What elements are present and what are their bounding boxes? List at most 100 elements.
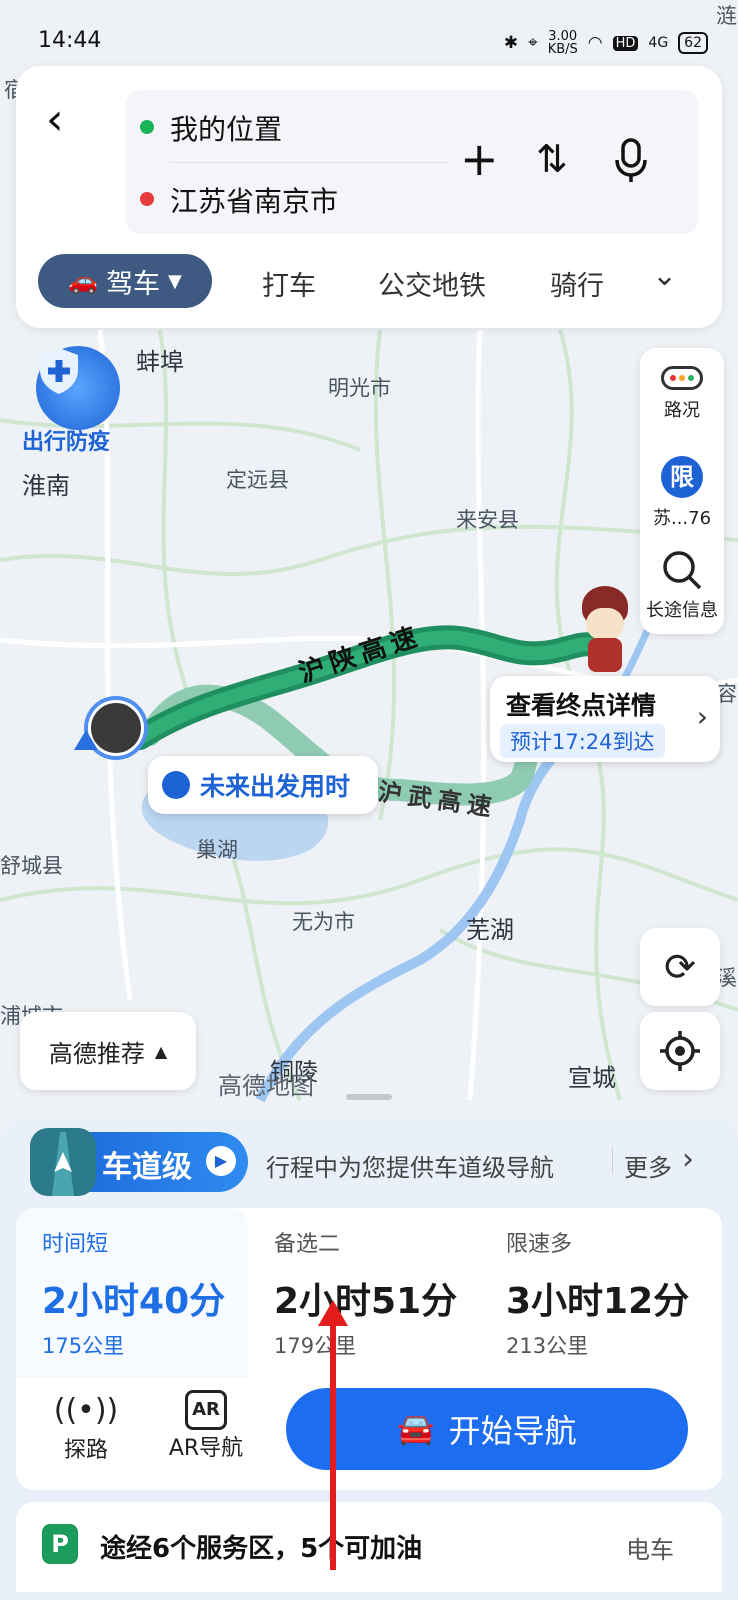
- service-area-card[interactable]: P 途经6个服务区，5个可加油 电车: [16, 1502, 722, 1592]
- clock-icon: [155, 759, 190, 799]
- chevron-right-icon: ›: [696, 700, 708, 733]
- lane-road-icon: [30, 1128, 96, 1196]
- explore-label: 探路: [63, 1438, 108, 1463]
- locate-button[interactable]: [640, 1012, 720, 1090]
- car-icon: 🚗: [68, 267, 99, 295]
- route-distance: 213公里: [506, 1334, 589, 1358]
- ar-nav-button[interactable]: AR AR导航: [156, 1390, 256, 1462]
- map-label: 宣城: [568, 1064, 616, 1092]
- ar-nav-label: AR导航: [168, 1436, 244, 1461]
- drag-handle[interactable]: [346, 1094, 392, 1100]
- restriction-label: 苏...76: [652, 508, 712, 529]
- status-time: 14:44: [38, 28, 102, 53]
- divider: [170, 162, 450, 163]
- start-navigation-button[interactable]: 🚘 开始导航: [286, 1388, 688, 1470]
- ar-icon: AR: [185, 1390, 227, 1430]
- map-label: 定远县: [226, 468, 289, 492]
- origin-field[interactable]: 我的位置: [170, 108, 282, 148]
- swap-icon[interactable]: ⇅: [536, 140, 568, 178]
- route-distance: 179公里: [274, 1334, 357, 1358]
- refresh-route-button[interactable]: ⟳: [640, 928, 720, 1006]
- refresh-icon: ⟳: [664, 945, 696, 989]
- destination-field[interactable]: 江苏省南京市: [170, 180, 338, 220]
- route-duration: 2小时40分: [42, 1281, 226, 1322]
- route-options-card: 时间短 2小时40分 175公里 备选二 2小时51分 179公里 限速多 3小…: [16, 1208, 722, 1490]
- future-depart-label: 未来出发用时: [200, 772, 351, 801]
- locate-icon: [660, 1031, 700, 1071]
- tab-taxi[interactable]: 打车: [262, 264, 316, 303]
- tab-drive-label: 驾车: [106, 268, 161, 300]
- restriction-icon: 限: [661, 456, 703, 498]
- route-duration: 2小时51分: [274, 1281, 458, 1322]
- annotation-arrowhead: [318, 1300, 348, 1326]
- tab-transit[interactable]: 公交地铁: [378, 264, 486, 303]
- route-option[interactable]: 备选二 2小时51分 179公里: [248, 1208, 480, 1378]
- route-label: 时间短: [42, 1232, 109, 1257]
- map-label: 巢湖: [196, 838, 238, 862]
- back-icon[interactable]: ‹: [46, 98, 64, 142]
- tab-ride[interactable]: 骑行: [550, 264, 604, 303]
- net-speed-unit: KB/S: [547, 42, 578, 57]
- explore-button[interactable]: ((•)) 探路: [36, 1390, 136, 1464]
- bluetooth-icon: ✱: [503, 33, 519, 53]
- add-waypoint-icon[interactable]: +: [460, 136, 499, 182]
- route-option[interactable]: 限速多 3小时12分 213公里: [480, 1208, 712, 1378]
- net-speed: 3.00 KB/S: [548, 30, 578, 56]
- start-navigation-label: 开始导航: [448, 1412, 577, 1450]
- origin-dot-icon: [140, 120, 154, 134]
- destination-details-button[interactable]: 查看终点详情 预计17:24到达 ›: [490, 676, 720, 762]
- traffic-icon: [661, 366, 703, 390]
- divider: [612, 1148, 613, 1174]
- wifi-icon: ◠: [587, 33, 603, 53]
- long-trip-label: 长途信息: [646, 600, 718, 621]
- chevron-right-icon: ›: [682, 1142, 694, 1177]
- annotation-arrow: [330, 1306, 336, 1570]
- map-label: 无为市: [292, 910, 355, 934]
- map-label: 明光市: [328, 376, 391, 400]
- destination-dot-icon: [140, 192, 154, 206]
- car-icon: 🚘: [397, 1411, 435, 1447]
- play-icon: ▶: [206, 1146, 236, 1176]
- chevron-down-icon[interactable]: ⌄: [652, 258, 677, 293]
- lane-nav-desc: 行程中为您提供车道级导航: [266, 1154, 554, 1182]
- microphone-icon[interactable]: [614, 138, 648, 188]
- route-preference-label: 高德推荐: [48, 1039, 145, 1068]
- battery-icon: 62: [678, 32, 708, 54]
- traffic-button[interactable]: 路况: [640, 366, 724, 422]
- future-depart-button[interactable]: 未来出发用时: [148, 756, 378, 814]
- restriction-button[interactable]: 限 苏...76: [640, 456, 724, 530]
- map-label: 来安县: [456, 508, 519, 532]
- map-label: 蚌埠: [136, 348, 184, 376]
- more-link[interactable]: 更多: [624, 1148, 672, 1183]
- travel-mode-tabs: 🚗 驾车 ▼ 打车 公交地铁 骑行 ⌄: [16, 254, 722, 310]
- map-label: 舒城县: [0, 854, 63, 878]
- lane-nav-label: 车道级: [102, 1150, 192, 1185]
- caret-up-icon: ▲: [154, 1041, 168, 1061]
- route-label: 限速多: [506, 1232, 573, 1257]
- route-label: 备选二: [274, 1232, 341, 1257]
- signal-icon: 4G: [648, 35, 669, 51]
- route-search-card: ‹ 我的位置 江苏省南京市 + ⇅ 🚗 驾车 ▼ 打车 公交地铁 骑行 ⌄: [16, 66, 722, 328]
- hd-badge: HD: [612, 35, 639, 51]
- address-box: 我的位置 江苏省南京市 + ⇅: [126, 90, 698, 234]
- long-trip-button[interactable]: 长途信息: [640, 548, 724, 622]
- route-preference-button[interactable]: 高德推荐 ▲: [20, 1012, 196, 1090]
- status-bar: 14:44 ✱ ⌖ 3.00 KB/S ◠ HD 4G 62: [0, 28, 738, 62]
- service-area-text: 途经6个服务区，5个可加油: [100, 1534, 423, 1564]
- ev-label[interactable]: 电车: [626, 1530, 674, 1565]
- lane-nav-banner[interactable]: 车道级 ▶ 行程中为您提供车道级导航 更多 ›: [30, 1128, 710, 1196]
- eta-label: 预计17:24到达: [500, 724, 665, 758]
- route-option[interactable]: 时间短 2小时40分 175公里: [16, 1208, 248, 1378]
- location-icon: ⌖: [528, 33, 538, 53]
- parking-icon: P: [42, 1524, 78, 1564]
- destination-avatar: [574, 586, 634, 674]
- epidemic-badge[interactable]: 出行防疫: [22, 346, 134, 456]
- tab-drive[interactable]: 🚗 驾车 ▼: [38, 254, 212, 308]
- map-label: 芜湖: [466, 916, 514, 944]
- map-label: 涟: [716, 4, 737, 28]
- epidemic-label: 出行防疫: [22, 430, 111, 455]
- shield-icon: [36, 346, 120, 430]
- map-watermark: 高德地图: [218, 1072, 314, 1100]
- route-bottom-sheet: 车道级 ▶ 行程中为您提供车道级导航 更多 › 时间短 2小时40分 175公里…: [0, 1118, 738, 1600]
- lane-nav-pill[interactable]: 车道级 ▶: [30, 1128, 248, 1196]
